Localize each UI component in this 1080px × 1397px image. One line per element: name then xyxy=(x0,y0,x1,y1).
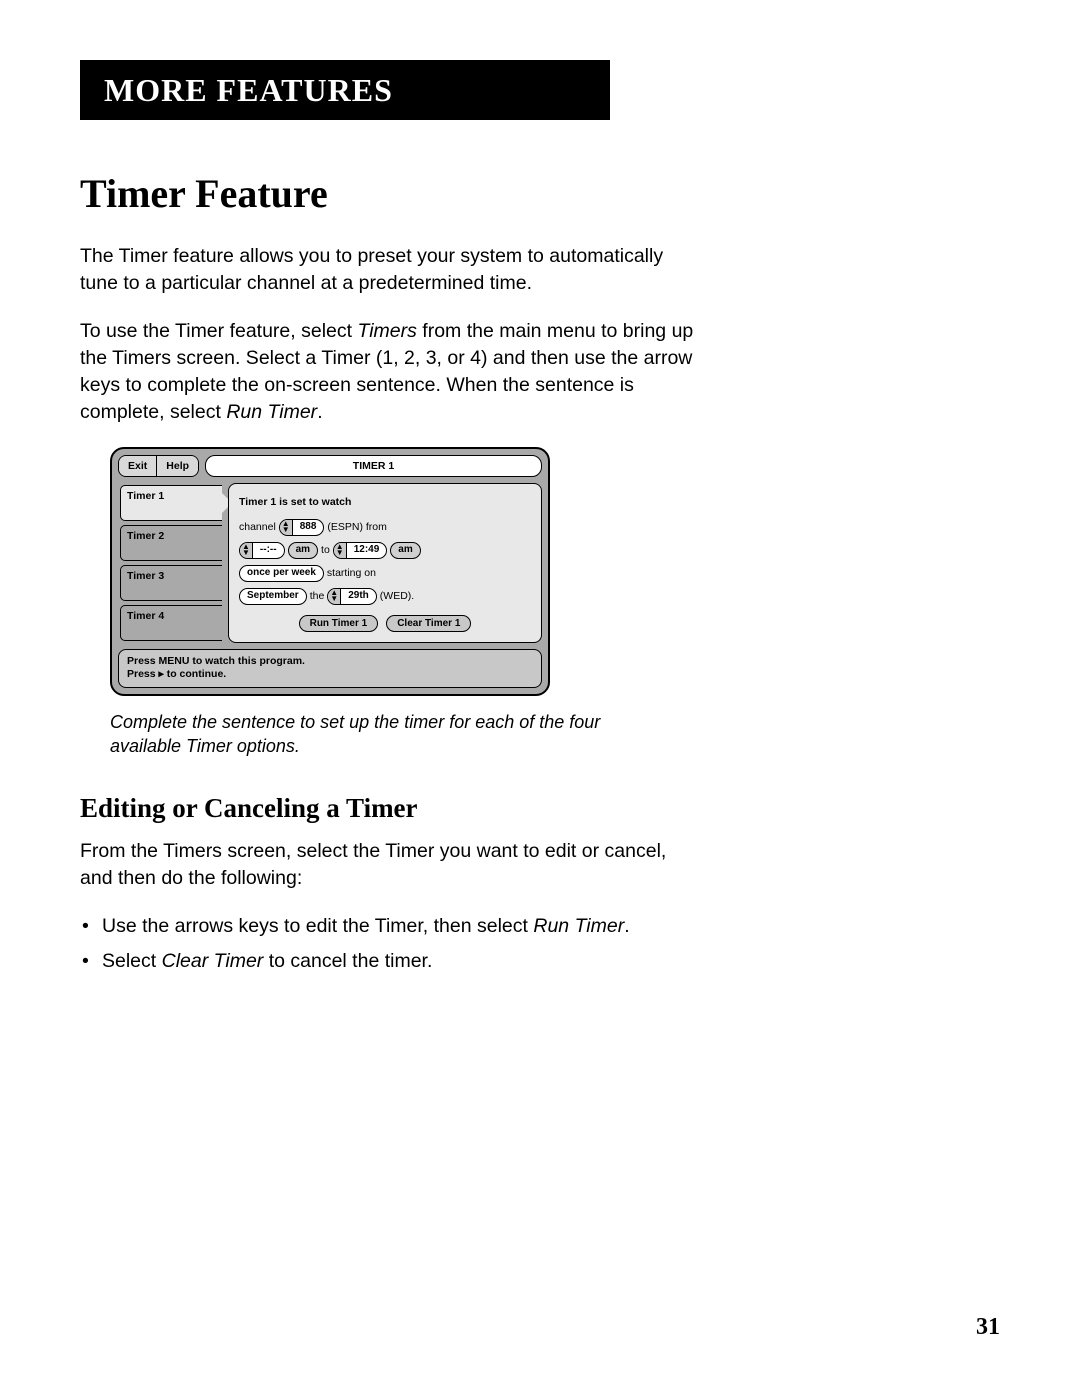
osd-title: TIMER 1 xyxy=(205,455,542,477)
text: Select xyxy=(102,950,162,972)
action-clear-timer: Clear Timer xyxy=(162,950,264,972)
day-value: 29th xyxy=(341,588,376,604)
footer-line-2: Press ▸ to continue. xyxy=(127,668,533,682)
osd-footer-hint: Press MENU to watch this program. Press … xyxy=(118,649,542,688)
subsection-title: Editing or Canceling a Timer xyxy=(80,793,1000,824)
intro-paragraph-2: To use the Timer feature, select Timers … xyxy=(80,318,700,427)
time-from-value: --:-- xyxy=(253,542,284,558)
timer-sentence-intro: Timer 1 is set to watch xyxy=(239,494,531,511)
text: to cancel the timer. xyxy=(263,950,432,972)
time-from-spinner[interactable]: ▲▼--:-- xyxy=(239,542,285,559)
day-spinner[interactable]: ▲▼29th xyxy=(327,588,376,605)
exit-button[interactable]: Exit xyxy=(119,456,157,476)
channel-value: 888 xyxy=(293,519,324,535)
footer-line-1: Press MENU to watch this program. xyxy=(127,655,533,669)
page-number: 31 xyxy=(976,1314,1000,1341)
timer-tab-list: Timer 1 Timer 2 Timer 3 Timer 4 xyxy=(118,483,222,643)
timer-settings-panel: Timer 1 is set to watch channel ▲▼888 (E… xyxy=(228,483,542,643)
text: . xyxy=(317,401,322,423)
help-button[interactable]: Help xyxy=(157,456,198,476)
figure-caption: Complete the sentence to set up the time… xyxy=(110,710,630,759)
text: To use the Timer feature, select xyxy=(80,320,357,342)
channel-spinner[interactable]: ▲▼888 xyxy=(279,519,325,536)
list-item: Select Clear Timer to cancel the timer. xyxy=(102,947,700,975)
timer-tab-2[interactable]: Timer 2 xyxy=(120,525,222,561)
text: Use the arrows keys to edit the Timer, t… xyxy=(102,915,533,937)
menu-name-timers: Timers xyxy=(357,320,416,342)
osd-screenshot: Exit Help TIMER 1 Timer 1 Timer 2 Timer … xyxy=(110,447,1000,696)
action-run-timer: Run Timer xyxy=(226,401,317,423)
page-title: Timer Feature xyxy=(80,170,1000,217)
clear-timer-button[interactable]: Clear Timer 1 xyxy=(386,615,471,632)
ampm-to[interactable]: am xyxy=(390,542,420,559)
ampm-from[interactable]: am xyxy=(288,542,318,559)
text: . xyxy=(624,915,629,937)
action-run-timer: Run Timer xyxy=(533,915,624,937)
chapter-header: MORE FEATURES xyxy=(80,60,610,120)
month-field[interactable]: September xyxy=(239,588,307,605)
run-timer-button[interactable]: Run Timer 1 xyxy=(299,615,379,632)
label-starting: starting on xyxy=(327,565,376,582)
day-of-week: (WED). xyxy=(380,588,414,605)
list-item: Use the arrows keys to edit the Timer, t… xyxy=(102,912,700,940)
time-to-value: 12:49 xyxy=(347,542,387,558)
chapter-header-text: MORE FEATURES xyxy=(104,72,393,109)
timer-tab-1[interactable]: Timer 1 xyxy=(120,485,222,521)
timer-tab-4[interactable]: Timer 4 xyxy=(120,605,222,641)
channel-name: (ESPN) from xyxy=(327,519,387,536)
intro-paragraph-1: The Timer feature allows you to preset y… xyxy=(80,243,700,298)
instructions-list: Use the arrows keys to edit the Timer, t… xyxy=(80,912,700,975)
label-the: the xyxy=(310,588,325,605)
label-channel: channel xyxy=(239,519,276,536)
timer-tab-3[interactable]: Timer 3 xyxy=(120,565,222,601)
frequency-field[interactable]: once per week xyxy=(239,565,324,582)
label-to: to xyxy=(321,542,330,559)
time-to-spinner[interactable]: ▲▼12:49 xyxy=(333,542,388,559)
subsection-intro: From the Timers screen, select the Timer… xyxy=(80,838,700,893)
